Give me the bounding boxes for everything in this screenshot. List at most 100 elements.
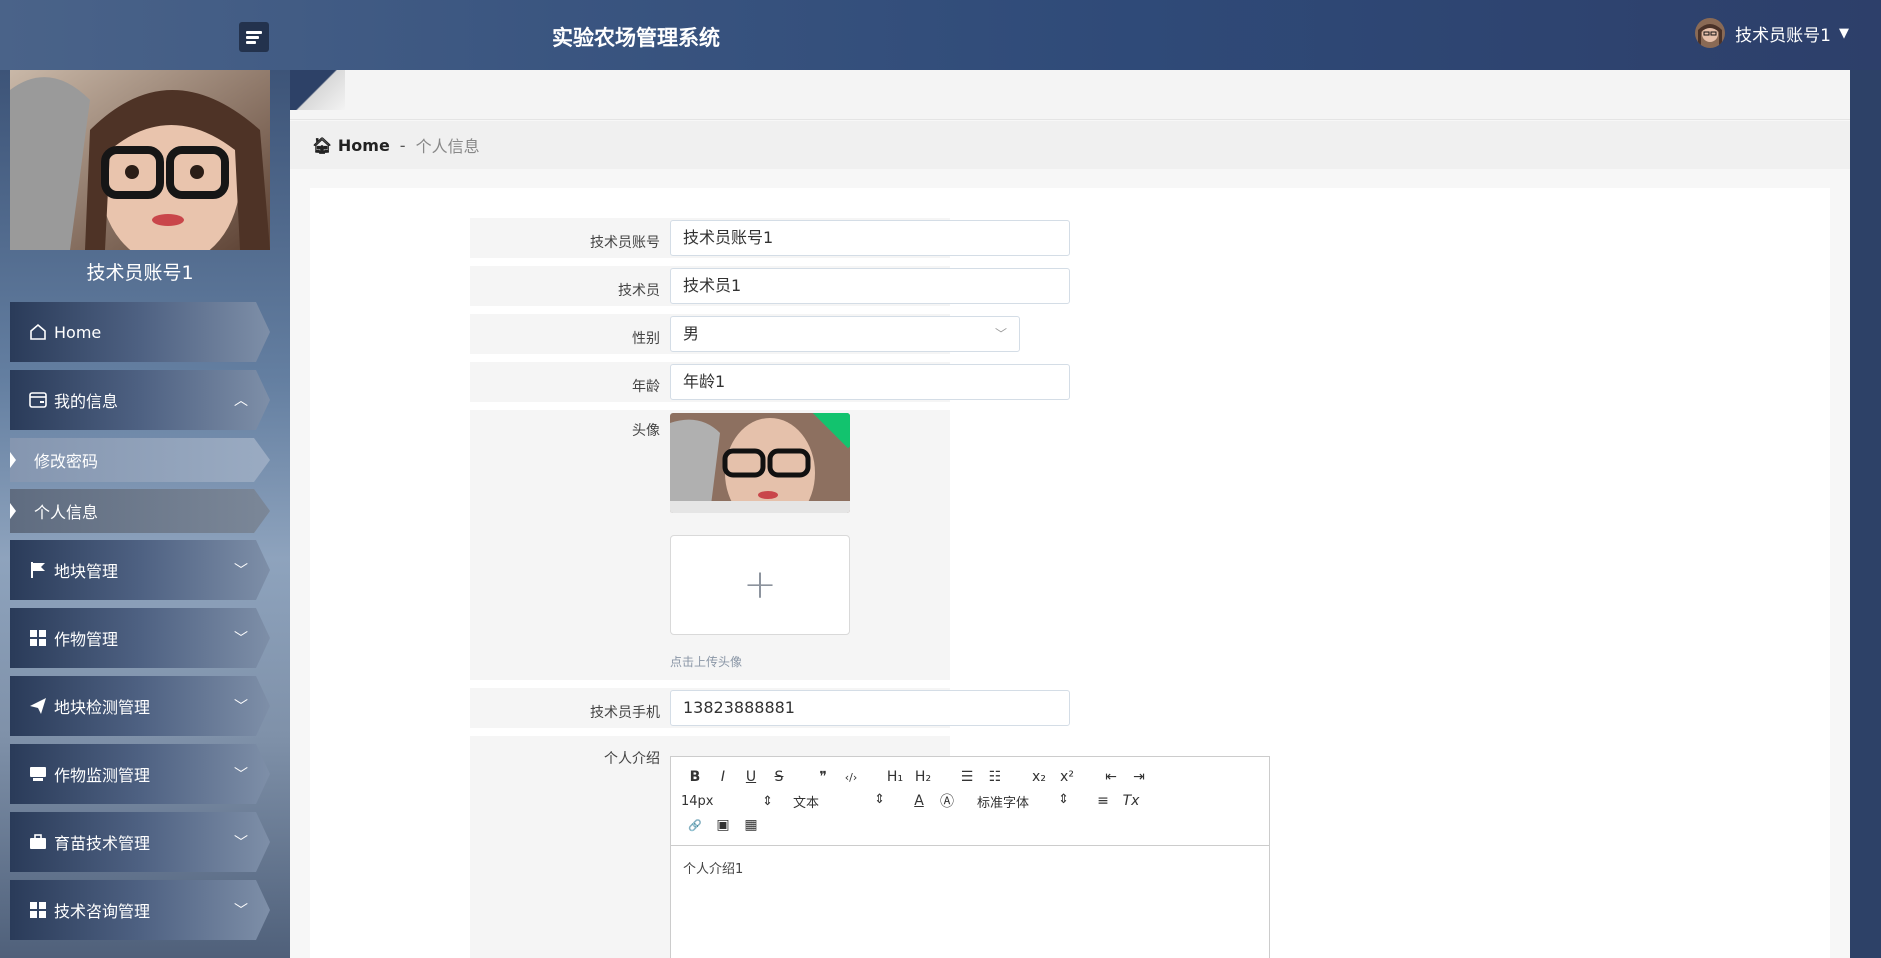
sort-icon: ⇕ <box>874 791 885 807</box>
monitor-icon <box>28 765 48 783</box>
underline-button[interactable]: U <box>737 769 765 785</box>
form-row-account: 技术员账号 技术员账号1 <box>470 218 1270 258</box>
card-icon <box>28 392 48 408</box>
breadcrumb-current: 个人信息 <box>415 137 480 156</box>
menu-line-icon <box>246 41 256 44</box>
font-size-select[interactable]: 14px ⇕ <box>681 794 773 809</box>
account-input[interactable]: 技术员账号1 <box>670 220 1070 256</box>
gender-label: 性别 <box>632 331 660 347</box>
sidebar-item-label: 地块管理 <box>54 562 119 581</box>
content-panel: 技术员账号 技术员账号1 技术员 技术员1 性别 男 ﹀ 年龄 年龄1 头像 +… <box>310 188 1830 958</box>
profile-form: 技术员账号 技术员账号1 技术员 技术员1 性别 男 ﹀ 年龄 年龄1 头像 +… <box>470 218 1270 958</box>
breadcrumb-home[interactable]: 🏠︎ Home <box>312 136 390 155</box>
menu-line-icon <box>246 36 259 39</box>
chevron-down-icon: ﹀ <box>234 631 248 647</box>
editor-toolbar: B I U S ❞ ‹/› H₁ H₂ ☰ ☷ x₂ x² ⇤ ⇥ 14px ⇕… <box>671 757 1269 846</box>
ordered-list-button[interactable]: ☰ <box>953 769 981 785</box>
superscript-button[interactable]: x² <box>1053 769 1081 785</box>
text-color-button[interactable]: A <box>905 793 933 809</box>
form-row-intro: 个人介绍 B I U S ❞ ‹/› H₁ H₂ ☰ ☷ x₂ x² ⇤ ⇥ 1… <box>470 736 1270 958</box>
sidebar-subitem-label: 个人信息 <box>34 503 99 522</box>
breadcrumb-home-label: Home <box>337 135 390 155</box>
chevron-down-icon: ﹀ <box>234 563 248 579</box>
sidebar-item-crop-management[interactable]: 作物管理 ﹀ <box>10 608 270 668</box>
phone-input[interactable]: 13823888881 <box>670 690 1070 726</box>
bullet-list-button[interactable]: ☷ <box>981 769 1009 785</box>
clear-format-button[interactable]: Tx <box>1117 793 1145 809</box>
profile-photo <box>10 70 270 250</box>
background-color-button[interactable]: Ⓐ <box>933 791 961 811</box>
main-area: 🏠︎ Home - 个人信息 技术员账号 技术员账号1 技术员 技术员1 性别 <box>290 70 1850 958</box>
plus-icon: + <box>743 562 777 608</box>
font-family-value: 标准字体 <box>977 795 1030 811</box>
form-row-name: 技术员 技术员1 <box>470 266 1270 306</box>
breadcrumb-separator: - <box>399 135 406 155</box>
sort-icon: ⇕ <box>1058 791 1069 807</box>
video-button[interactable]: ▦ <box>737 817 765 833</box>
indent-button[interactable]: ⇥ <box>1125 769 1153 785</box>
sort-icon: ⇕ <box>762 793 773 809</box>
age-input[interactable]: 年龄1 <box>670 364 1070 400</box>
font-size-value: 14px <box>681 793 714 809</box>
chevron-down-icon: ﹀ <box>994 327 1007 341</box>
sidebar-item-home[interactable]: Home <box>10 302 270 362</box>
account-label: 技术员账号 <box>590 235 660 251</box>
align-button[interactable]: ≡ <box>1089 793 1117 809</box>
bold-button[interactable]: B <box>681 769 709 785</box>
flag-icon <box>28 561 48 579</box>
user-menu[interactable]: 技术员账号1 ▼ <box>1695 18 1849 48</box>
sidebar-nav: Home 我的信息 ︿ 修改密码 个人信息 地块管理 ﹀ 作物管理 ﹀ 地块检测… <box>10 302 270 948</box>
sidebar-item-seedling-tech[interactable]: 育苗技术管理 ﹀ <box>10 812 270 872</box>
caret-down-icon: ▼ <box>1839 25 1849 41</box>
sidebar-item-my-info[interactable]: 我的信息 ︿ <box>10 370 270 430</box>
user-avatar <box>1695 18 1726 48</box>
form-row-gender: 性别 男 ﹀ <box>470 314 1270 354</box>
sidebar-item-tech-consult[interactable]: 技术咨询管理 ﹀ <box>10 880 270 940</box>
avatar-preview[interactable] <box>670 413 850 513</box>
sidebar-item-label: 作物管理 <box>54 630 119 649</box>
image-button[interactable]: ▣ <box>709 817 737 833</box>
italic-button[interactable]: I <box>709 769 737 785</box>
h2-button[interactable]: H₂ <box>909 769 937 785</box>
h1-button[interactable]: H₁ <box>881 769 909 785</box>
sidebar-subitem-change-password[interactable]: 修改密码 <box>10 438 270 482</box>
sidebar-subitem-personal-info[interactable]: 个人信息 <box>10 489 270 533</box>
link-button[interactable]: 🔗 <box>681 819 709 832</box>
block-type-select[interactable]: 文本 ⇕ <box>793 792 885 811</box>
sidebar: 技术员账号1 Home 我的信息 ︿ 修改密码 个人信息 地块管理 ﹀ 作物管理… <box>0 70 290 958</box>
menu-toggle-button[interactable] <box>239 22 269 52</box>
sidebar-item-plot-detection[interactable]: 地块检测管理 ﹀ <box>10 676 270 736</box>
top-header: 实验农场管理系统 技术员账号1 ▼ <box>0 0 1881 70</box>
grid-icon <box>28 629 48 647</box>
sidebar-item-crop-monitoring[interactable]: 作物监测管理 ﹀ <box>10 744 270 804</box>
form-row-avatar: 头像 + 点击上传头像 <box>470 410 1270 680</box>
avatar-upload-button[interactable]: + <box>670 535 850 635</box>
briefcase-icon <box>28 833 48 851</box>
avatar-label: 头像 <box>632 423 660 439</box>
gender-select[interactable]: 男 ﹀ <box>670 316 1020 352</box>
editor-content[interactable]: 个人介绍1 <box>671 846 1269 958</box>
home-icon <box>28 323 48 341</box>
quote-button[interactable]: ❞ <box>809 769 837 785</box>
sidebar-item-label: Home <box>54 322 102 342</box>
phone-label: 技术员手机 <box>590 705 660 721</box>
sidebar-item-label: 作物监测管理 <box>54 766 151 785</box>
send-icon <box>28 697 48 715</box>
form-row-phone: 技术员手机 13823888881 <box>470 688 1270 728</box>
strike-button[interactable]: S <box>765 769 793 785</box>
profile-name: 技术员账号1 <box>86 262 194 284</box>
rich-text-editor: B I U S ❞ ‹/› H₁ H₂ ☰ ☷ x₂ x² ⇤ ⇥ 14px ⇕… <box>670 756 1270 958</box>
name-label: 技术员 <box>618 283 660 299</box>
chevron-down-icon: ﹀ <box>234 903 248 919</box>
sidebar-item-plot-management[interactable]: 地块管理 ﹀ <box>10 540 270 600</box>
outdent-button[interactable]: ⇤ <box>1097 769 1125 785</box>
font-family-select[interactable]: 标准字体 ⇕ <box>977 792 1069 811</box>
sidebar-item-label: 我的信息 <box>54 392 119 411</box>
subscript-button[interactable]: x₂ <box>1025 769 1053 785</box>
page-corner-fold <box>290 70 345 110</box>
tab-strip <box>290 70 1850 120</box>
sidebar-subitem-label: 修改密码 <box>34 452 99 471</box>
chevron-down-icon: ﹀ <box>234 699 248 715</box>
name-input[interactable]: 技术员1 <box>670 268 1070 304</box>
code-button[interactable]: ‹/› <box>837 771 865 784</box>
